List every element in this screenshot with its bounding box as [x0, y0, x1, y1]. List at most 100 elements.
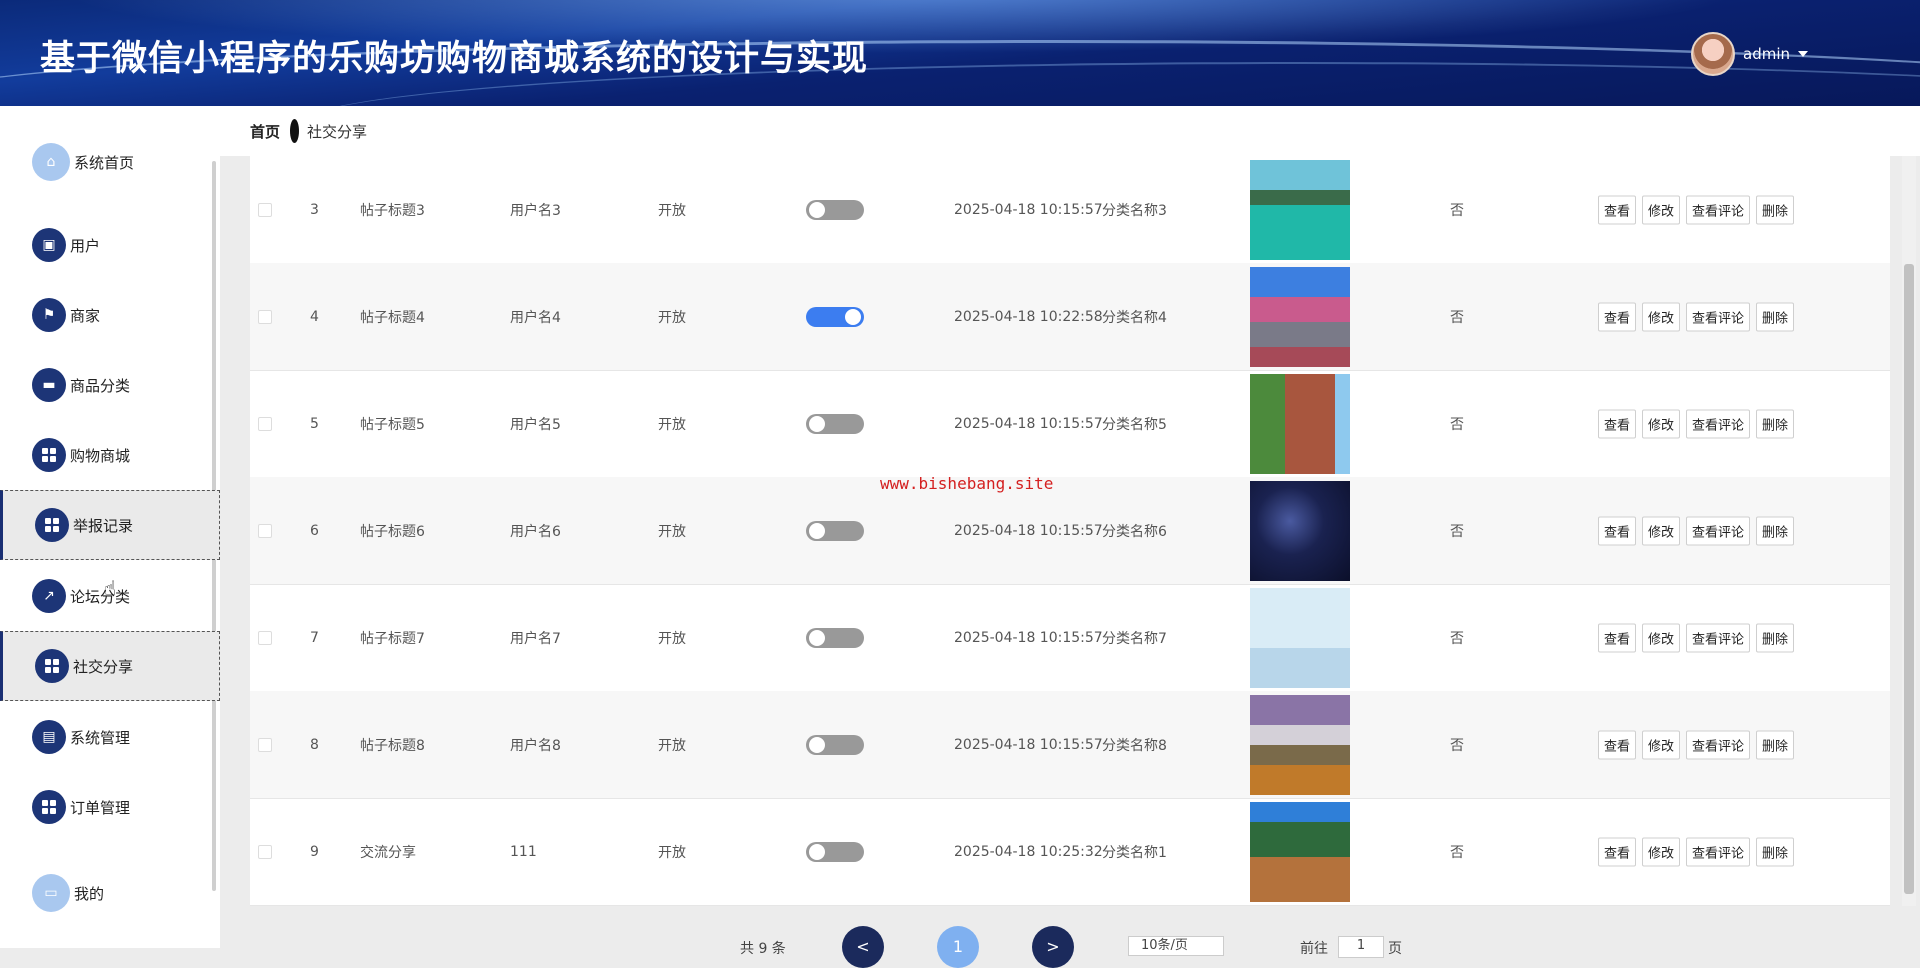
sidebar-item[interactable]: ▭ 我的 — [0, 858, 220, 928]
row-actions: 查看 修改 查看评论 删除 — [1598, 730, 1795, 759]
table-row: 7 帖子标题7 用户名7 开放 2025-04-18 10:15:57 分类名称7 否 查看修… — [250, 584, 1890, 692]
post-user: 用户名7 — [510, 630, 561, 647]
grid-icon — [35, 649, 69, 683]
row-checkbox[interactable] — [258, 630, 272, 645]
view-button[interactable]: 查看 — [1598, 837, 1637, 866]
row-checkbox[interactable] — [258, 523, 272, 538]
post-time: 2025-04-18 10:22:58 — [954, 308, 1103, 325]
app-header: 基于微信小程序的乐购坊购物商城系统的设计与实现 admin — [0, 0, 1920, 106]
next-page-button[interactable]: > — [1032, 926, 1074, 968]
sidebar-item[interactable]: ▬ 商品分类 — [0, 350, 220, 420]
goto-page-input[interactable]: 1 — [1338, 936, 1384, 958]
sidebar-item[interactable]: 购物商城 — [0, 420, 220, 490]
status-toggle[interactable] — [806, 199, 864, 220]
view-comments-button[interactable]: 查看评论 — [1686, 302, 1751, 331]
sidebar-item[interactable]: 举报记录 — [0, 490, 220, 560]
edit-button[interactable]: 修改 — [1642, 302, 1681, 331]
delete-button[interactable]: 删除 — [1756, 837, 1795, 866]
sidebar-item[interactable]: ⚑ 商家 — [0, 280, 220, 350]
post-flag: 否 — [1450, 416, 1464, 433]
table-row: 8 帖子标题8 用户名8 开放 2025-04-18 10:15:57 分类名称8 否 查看修… — [250, 691, 1890, 799]
row-checkbox[interactable] — [258, 737, 272, 752]
post-category: 分类名称8 — [1102, 737, 1167, 754]
row-checkbox[interactable] — [258, 309, 272, 324]
delete-button[interactable]: 删除 — [1756, 516, 1795, 545]
post-time: 2025-04-18 10:15:57 — [954, 736, 1103, 753]
prev-page-button[interactable]: < — [842, 926, 884, 968]
post-flag: 否 — [1450, 309, 1464, 326]
breadcrumb-home[interactable]: 首页 — [250, 121, 280, 142]
post-time: 2025-04-18 10:15:57 — [954, 415, 1103, 432]
view-button[interactable]: 查看 — [1598, 195, 1637, 224]
status-toggle[interactable] — [806, 520, 864, 541]
view-button[interactable]: 查看 — [1598, 302, 1637, 331]
view-button[interactable]: 查看 — [1598, 409, 1637, 438]
sidebar-item[interactable]: 社交分享 — [0, 631, 220, 701]
view-button[interactable]: 查看 — [1598, 516, 1637, 545]
edit-button[interactable]: 修改 — [1642, 195, 1681, 224]
status-toggle[interactable] — [806, 413, 864, 434]
user-menu[interactable]: admin — [1691, 32, 1808, 76]
view-comments-button[interactable]: 查看评论 — [1686, 837, 1751, 866]
edit-button[interactable]: 修改 — [1642, 409, 1681, 438]
view-comments-button[interactable]: 查看评论 — [1686, 195, 1751, 224]
view-comments-button[interactable]: 查看评论 — [1686, 409, 1751, 438]
sidebar-item[interactable]: ▣ 用户 — [0, 210, 220, 280]
sidebar-item[interactable]: ▤ 系统管理 — [0, 702, 220, 772]
post-status: 开放 — [658, 202, 686, 219]
delete-button[interactable]: 删除 — [1756, 195, 1795, 224]
sidebar-item[interactable]: 订单管理 — [0, 772, 220, 842]
toggle-knob — [809, 201, 825, 218]
post-category: 分类名称7 — [1102, 630, 1167, 647]
row-actions: 查看 修改 查看评论 删除 — [1598, 623, 1795, 652]
pointer-cursor-icon: ☝ — [104, 576, 117, 600]
post-status: 开放 — [658, 523, 686, 540]
storefront-photo — [1250, 801, 1350, 902]
edit-button[interactable]: 修改 — [1642, 730, 1681, 759]
view-comments-button[interactable]: 查看评论 — [1686, 516, 1751, 545]
username[interactable]: admin — [1743, 45, 1790, 63]
avatar[interactable] — [1691, 32, 1735, 76]
sidebar-item-label: 我的 — [74, 884, 105, 903]
caret-down-icon[interactable] — [1798, 51, 1808, 57]
page-button-current[interactable]: 1 — [937, 926, 979, 968]
post-time: 2025-04-18 10:15:57 — [954, 522, 1103, 539]
nightsky-photo — [1250, 480, 1350, 581]
delete-button[interactable]: 删除 — [1756, 409, 1795, 438]
post-flag: 否 — [1450, 737, 1464, 754]
view-button[interactable]: 查看 — [1598, 623, 1637, 652]
sidebar: ⌂ 系统首页 ▣ 用户 ⚑ 商家 ▬ 商品分类 购物商城 举报记录 ↗ 论坛分类 社交分享 ▤ 系统管理 订单… — [0, 106, 220, 948]
building-photo — [1250, 373, 1350, 474]
view-comments-button[interactable]: 查看评论 — [1686, 730, 1751, 759]
row-checkbox[interactable] — [258, 416, 272, 431]
edit-button[interactable]: 修改 — [1642, 837, 1681, 866]
delete-button[interactable]: 删除 — [1756, 623, 1795, 652]
status-toggle[interactable] — [806, 627, 864, 648]
edit-button[interactable]: 修改 — [1642, 623, 1681, 652]
page-size-select[interactable]: 10条/页 — [1128, 936, 1224, 956]
view-comments-button[interactable]: 查看评论 — [1686, 623, 1751, 652]
edit-button[interactable]: 修改 — [1642, 516, 1681, 545]
post-time: 2025-04-18 10:15:57 — [954, 201, 1103, 218]
sidebar-item-label: 系统首页 — [74, 153, 135, 172]
row-index: 5 — [310, 415, 319, 432]
post-user: 用户名4 — [510, 309, 561, 326]
status-toggle[interactable] — [806, 734, 864, 755]
table-row: 6 帖子标题6 用户名6 开放 2025-04-18 10:15:57 分类名称6 否 查看修… — [250, 477, 1890, 585]
delete-button[interactable]: 删除 — [1756, 302, 1795, 331]
table-scrollbar[interactable] — [1902, 156, 1916, 906]
status-toggle[interactable] — [806, 306, 864, 327]
row-actions: 查看 修改 查看评论 删除 — [1598, 195, 1795, 224]
resort-photo — [1250, 159, 1350, 260]
table-row: 4 帖子标题4 用户名4 开放 2025-04-18 10:22:58 分类名称4 否 查看修… — [250, 263, 1890, 371]
view-button[interactable]: 查看 — [1598, 730, 1637, 759]
scrollbar-thumb[interactable] — [1904, 264, 1914, 894]
row-checkbox[interactable] — [258, 844, 272, 859]
data-table: 3 帖子标题3 用户名3 开放 2025-04-18 10:15:57 分类名称3 否查看修… — [250, 156, 1890, 906]
status-toggle[interactable] — [806, 841, 864, 862]
goto-suffix: 页 — [1388, 941, 1402, 957]
delete-button[interactable]: 删除 — [1756, 730, 1795, 759]
row-checkbox[interactable] — [258, 202, 272, 217]
sidebar-item[interactable]: ⌂ 系统首页 — [0, 127, 220, 197]
blossom-photo — [1250, 266, 1350, 367]
